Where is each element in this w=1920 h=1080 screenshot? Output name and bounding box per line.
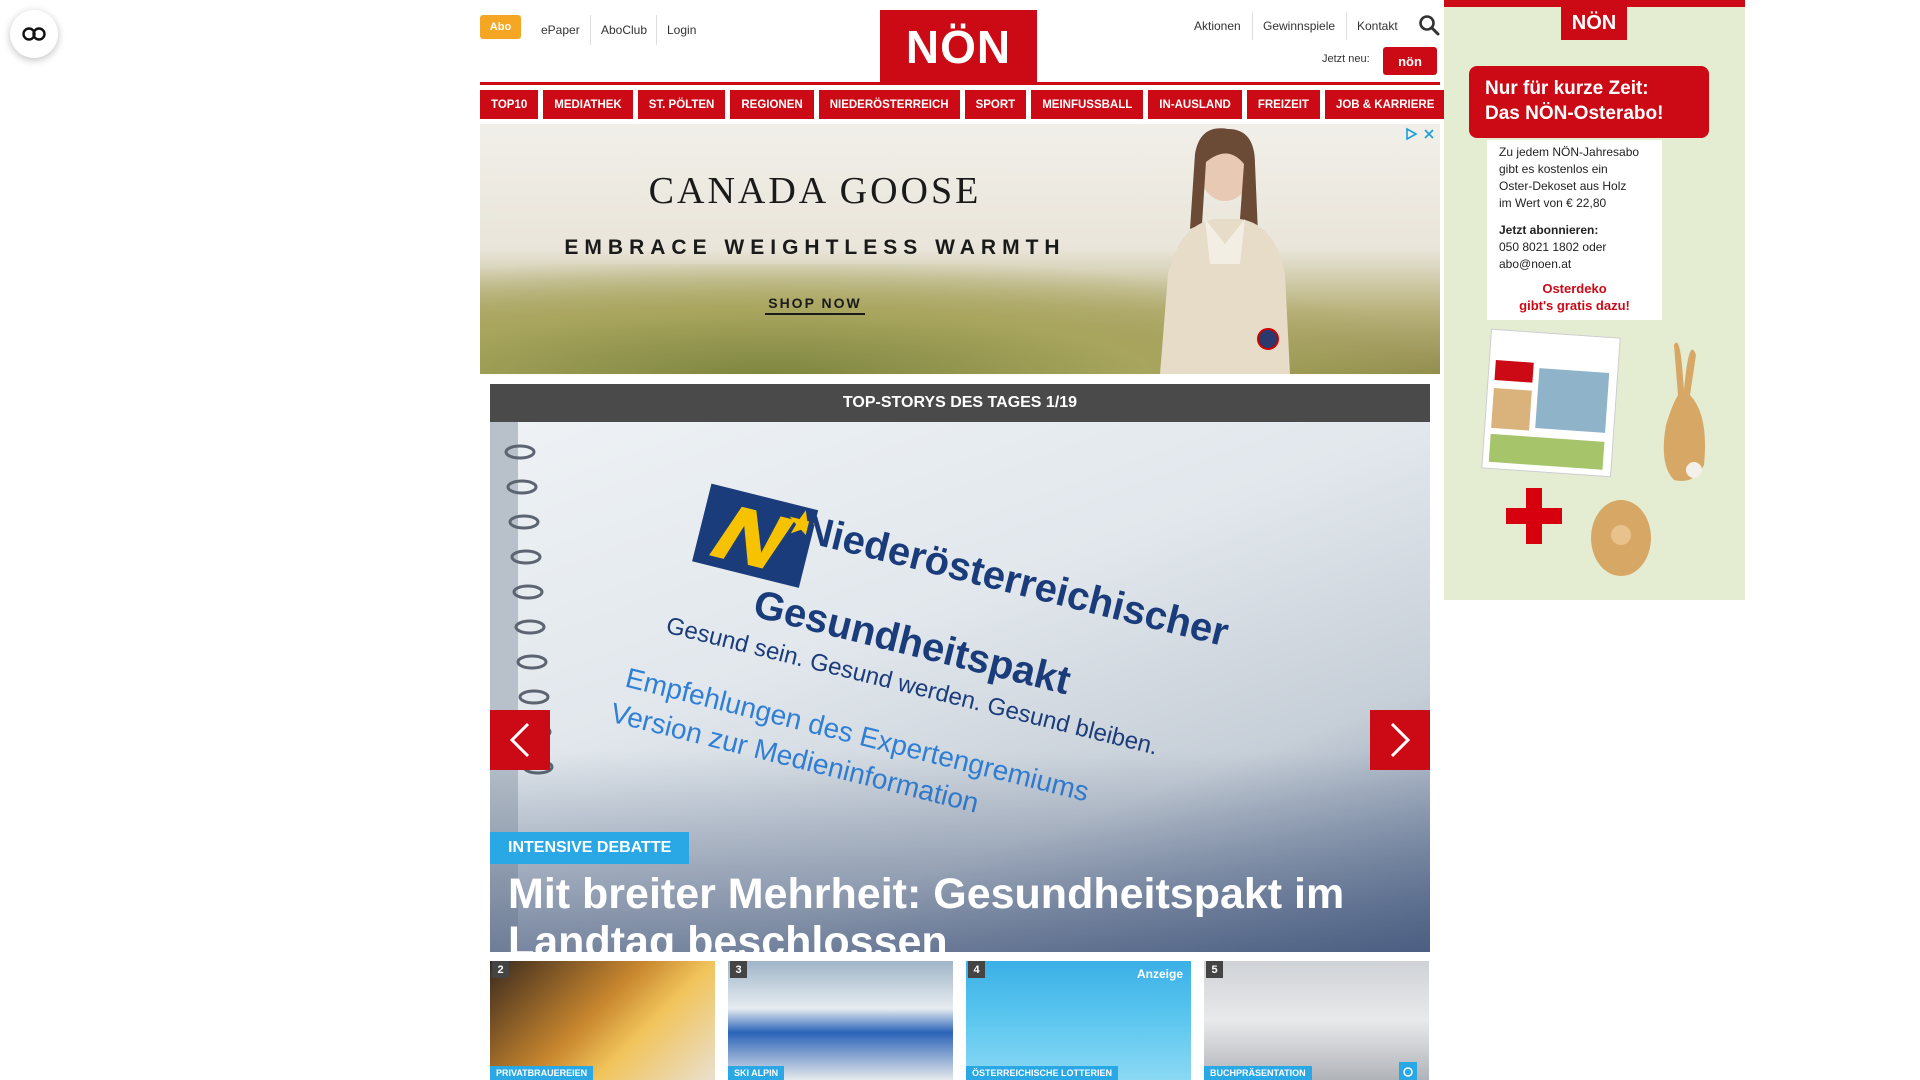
hero-story[interactable]: Niederösterreichischer Gesundheitspakt G… xyxy=(490,422,1430,952)
epaper-link[interactable]: ePaper xyxy=(531,15,590,45)
chevron-left-icon xyxy=(509,722,530,758)
ad-choices[interactable] xyxy=(1404,127,1436,141)
newspaper-illustration xyxy=(1488,360,1610,470)
nav-item-freizeit[interactable]: FREIZEIT xyxy=(1246,90,1320,119)
jetzt-neu-label: Jetzt neu: xyxy=(1322,53,1370,65)
login-link[interactable]: Login xyxy=(656,15,706,45)
close-ad-icon[interactable] xyxy=(1422,127,1436,141)
sidebar-ad-headline-line1: Nur für kurze Zeit: xyxy=(1485,78,1649,99)
kontakt-link[interactable]: Kontakt xyxy=(1346,12,1408,40)
sidebar-ad-body-3: Oster-Dekoset aus Holz xyxy=(1499,179,1627,193)
aboclub-link[interactable]: AboClub xyxy=(590,15,657,45)
sidebar-ad-headline: Nur für kurze Zeit: Das NÖN-Osterabo! xyxy=(1469,66,1709,138)
accessibility-icon xyxy=(22,27,46,41)
thumb-tag: SKI ALPIN xyxy=(728,1066,785,1080)
aktionen-link[interactable]: Aktionen xyxy=(1184,12,1251,40)
camera-icon xyxy=(1399,1062,1417,1080)
sidebar-ad-email[interactable]: abo@noen.at xyxy=(1499,256,1650,273)
nav-item-mediathek[interactable]: MEDIATHEK xyxy=(543,90,633,119)
thumb-tag: ÖSTERREICHISCHE LOTTERIEN xyxy=(966,1066,1119,1080)
sidebar-ad-subscribe-label: Jetzt abonnieren: xyxy=(1499,223,1599,237)
sidebar-ad-logo: NÖN xyxy=(1561,7,1627,40)
sidebar-ad-promo-line2: gibt's gratis dazu! xyxy=(1519,298,1630,313)
nav-item-sport[interactable]: SPORT xyxy=(964,90,1027,119)
nav-item-niederoesterreich[interactable]: NIEDERÖSTERREICH xyxy=(818,90,960,119)
top-stories: TOP-STORYS DES TAGES 1/19 Niederösterrei… xyxy=(490,384,1430,952)
thumb-number: 2 xyxy=(492,961,509,978)
carousel-prev-button[interactable] xyxy=(490,710,550,770)
nav-item-top10[interactable]: TOP10 xyxy=(480,90,539,119)
nav-item-job-karriere[interactable]: JOB & KARRIERE xyxy=(1324,90,1446,119)
sidebar-ad-body-1: Zu jedem NÖN-Jahresabo xyxy=(1499,145,1640,159)
nav-item-in-ausland[interactable]: IN-AUSLAND xyxy=(1148,90,1242,119)
hero-story-headline[interactable]: Mit breiter Mehrheit: Gesundheitspakt im… xyxy=(508,870,1408,952)
noen-logo[interactable]: NÖN xyxy=(880,10,1037,83)
sidebar-ad-headline-line2: Das NÖN-Osterabo! xyxy=(1485,103,1664,124)
advertisement-banner[interactable]: CANADA GOOSE EMBRACE WEIGHTLESS WARMTH S… xyxy=(480,124,1440,374)
carousel-next-button[interactable] xyxy=(1370,710,1430,770)
thumb-tag: BUCHPRÄSENTATION xyxy=(1204,1066,1312,1080)
nav-item-meinfussball[interactable]: MEINFUSSBALL xyxy=(1031,90,1144,119)
story-thumb-4[interactable]: 4 Anzeige ÖSTERREICHISCHE LOTTERIEN xyxy=(966,961,1191,1080)
story-thumb-3[interactable]: 3 SKI ALPIN xyxy=(728,961,953,1080)
adchoices-icon[interactable] xyxy=(1404,127,1418,141)
sidebar-ad-topbar xyxy=(1444,0,1745,7)
thumb-number: 5 xyxy=(1206,961,1223,978)
wooden-egg-image xyxy=(1591,500,1651,576)
kleine-noen-logo[interactable]: nön xyxy=(1383,47,1437,75)
ad-brand: CANADA GOOSE xyxy=(648,170,982,212)
newspaper-image xyxy=(1481,328,1621,478)
wooden-bunny-image xyxy=(1663,342,1706,481)
site-header: Abo ePaper AboClub Login NÖN Aktionen Ge… xyxy=(480,0,1440,86)
nav-item-st-poelten[interactable]: ST. PÖLTEN xyxy=(637,90,726,119)
ad-model-image xyxy=(1160,128,1290,374)
story-thumb-2[interactable]: 2 PRIVATBRAUEREIEN xyxy=(490,961,715,1080)
thumb-number: 3 xyxy=(730,961,747,978)
search-icon[interactable] xyxy=(1417,13,1441,37)
main-navigation: TOP10 MEDIATHEK ST. PÖLTEN REGIONEN NIED… xyxy=(480,90,1446,119)
sidebar-ad-promo-line1: Osterdeko xyxy=(1542,281,1607,296)
thumb-number: 4 xyxy=(968,961,985,978)
header-divider xyxy=(480,82,1440,85)
thumb-tag: PRIVATBRAUEREIEN xyxy=(490,1066,594,1080)
chevron-right-icon xyxy=(1390,722,1411,758)
accessibility-button[interactable] xyxy=(10,10,58,58)
story-thumbnails: 2 PRIVATBRAUEREIEN 3 SKI ALPIN 4 Anzeige… xyxy=(490,961,1430,1080)
sidebar-advertisement[interactable]: NÖN Nur für kurze Zeit: Das NÖN-Osterabo… xyxy=(1444,0,1745,600)
anzeige-label: Anzeige xyxy=(1136,967,1183,981)
sidebar-ad-body-2: gibt es kostenlos ein xyxy=(1499,162,1608,176)
ad-shop-now-link[interactable]: SHOP NOW xyxy=(765,295,865,315)
nav-item-regionen[interactable]: REGIONEN xyxy=(730,90,814,119)
plus-icon xyxy=(1506,488,1562,544)
sidebar-ad-phone: 050 8021 1802 oder xyxy=(1499,240,1607,254)
top-stories-header: TOP-STORYS DES TAGES 1/19 xyxy=(490,384,1430,422)
ad-tagline: EMBRACE WEIGHTLESS WARMTH xyxy=(564,236,1066,259)
sidebar-ad-promo: Osterdeko gibt's gratis dazu! xyxy=(1493,280,1656,314)
hero-story-tag[interactable]: INTENSIVE DEBATTE xyxy=(490,832,690,864)
sidebar-ad-body-4: im Wert von € 22,80 xyxy=(1499,196,1607,210)
abo-button[interactable]: Abo xyxy=(480,15,521,39)
story-thumb-5[interactable]: 5 BUCHPRÄSENTATION xyxy=(1204,961,1429,1080)
gewinnspiele-link[interactable]: Gewinnspiele xyxy=(1252,12,1345,40)
